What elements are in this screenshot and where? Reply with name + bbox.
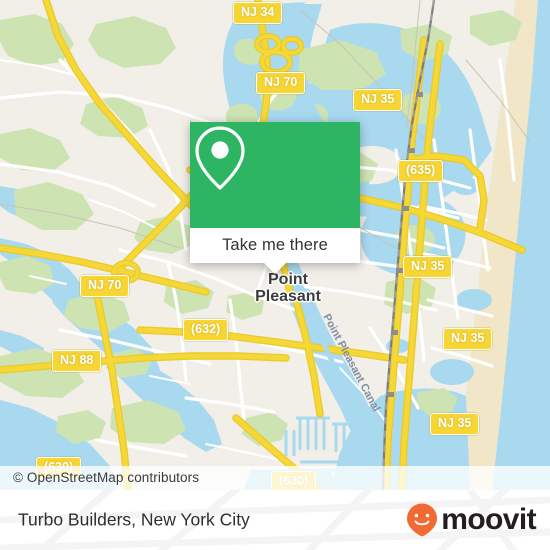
callout-icon-area bbox=[190, 122, 360, 228]
road-shield-nj-88: NJ 88 bbox=[52, 350, 102, 372]
place-label-point-pleasant: Point Pleasant bbox=[255, 271, 321, 305]
moovit-location-card-screenshot: Point Pleasant Point Pleasant Canal NJ 3… bbox=[0, 0, 550, 550]
moovit-pin-smiley-icon bbox=[407, 503, 438, 537]
moovit-wordmark: moovit bbox=[441, 503, 536, 536]
location-callout-card[interactable]: Take me there bbox=[190, 122, 360, 274]
osm-attribution[interactable]: © OpenStreetMap contributors bbox=[0, 466, 550, 490]
road-shield-cr-635: (635) bbox=[398, 160, 444, 182]
moovit-brand-logo[interactable]: moovit bbox=[405, 502, 537, 538]
take-me-there-button[interactable]: Take me there bbox=[190, 228, 360, 274]
road-shield-nj-35-right: NJ 35 bbox=[443, 328, 493, 350]
footer-bar: Turbo Builders, New York City moovit bbox=[0, 490, 550, 550]
page-title: Turbo Builders, New York City bbox=[18, 509, 250, 530]
road-shield-cr-632: (632) bbox=[183, 319, 229, 341]
map-canvas[interactable]: Point Pleasant Point Pleasant Canal NJ 3… bbox=[0, 0, 550, 490]
road-shield-nj-35-mid: NJ 35 bbox=[403, 256, 453, 278]
road-shield-nj-35-top: NJ 35 bbox=[353, 89, 403, 111]
take-me-there-label: Take me there bbox=[222, 236, 328, 254]
callout-pointer-tail bbox=[264, 263, 286, 274]
road-shield-nj-34: NJ 34 bbox=[233, 2, 283, 24]
road-shield-nj-35-lower: NJ 35 bbox=[430, 413, 480, 435]
road-shield-nj-70-top: NJ 70 bbox=[256, 72, 306, 94]
road-shield-nj-70-left: NJ 70 bbox=[80, 275, 130, 297]
map-pin-icon bbox=[195, 126, 245, 190]
